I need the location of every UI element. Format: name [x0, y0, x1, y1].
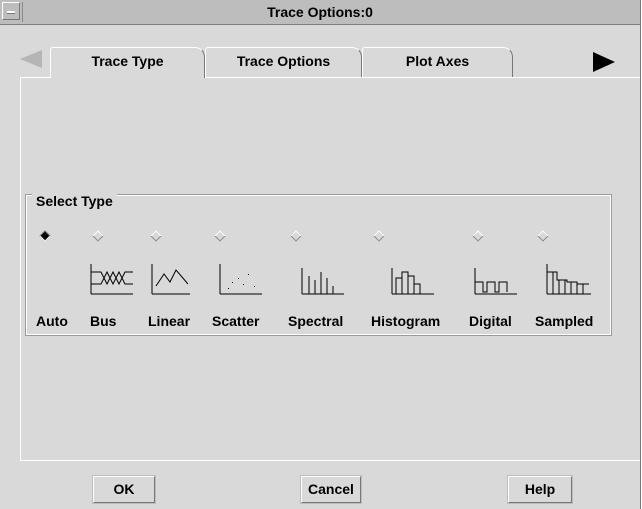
type-label-spectral: Spectral	[288, 313, 344, 329]
type-label-auto: Auto	[36, 313, 68, 329]
help-button[interactable]: Help	[507, 475, 573, 504]
radio-histogram[interactable]	[373, 230, 385, 242]
type-label-sampled: Sampled	[535, 313, 594, 329]
sampled-icon	[546, 264, 591, 295]
digital-icon	[474, 268, 517, 295]
radio-auto[interactable]	[39, 230, 51, 242]
radio-digital[interactable]	[472, 230, 484, 242]
select-type-label: Select Type	[32, 193, 117, 209]
tab-trace-options[interactable]: Trace Options	[205, 47, 362, 77]
type-label-histogram: Histogram	[371, 313, 441, 329]
tab-label: Trace Options	[236, 53, 331, 69]
radio-spectral[interactable]	[290, 230, 302, 242]
tab-trace-type[interactable]: Trace Type	[50, 47, 205, 78]
tab-label: Trace Type	[91, 53, 164, 69]
type-label-digital: Digital	[469, 313, 512, 329]
radio-scatter[interactable]	[214, 230, 226, 242]
radio-linear[interactable]	[150, 230, 162, 242]
title-bar[interactable]: Trace Options:0	[0, 0, 640, 25]
radio-sampled[interactable]	[537, 230, 549, 242]
linear-icon	[151, 264, 190, 295]
histogram-icon	[391, 268, 434, 295]
type-label-scatter: Scatter	[212, 313, 260, 329]
type-label-bus: Bus	[90, 313, 117, 329]
cancel-button[interactable]: Cancel	[300, 475, 362, 504]
ok-button[interactable]: OK	[92, 475, 156, 504]
radio-bus[interactable]	[92, 230, 104, 242]
type-label-linear: Linear	[148, 313, 191, 329]
tab-scroll-left-icon[interactable]	[20, 50, 42, 68]
bus-icon	[90, 264, 133, 295]
tab-scroll-right-icon[interactable]	[593, 52, 615, 72]
tab-label: Plot Axes	[405, 53, 470, 69]
scatter-icon	[219, 264, 262, 295]
tab-plot-axes[interactable]: Plot Axes	[362, 47, 513, 77]
trace-options-window: Trace Options:0 Trace Type Trace Options…	[0, 0, 641, 509]
spectral-icon	[301, 268, 344, 295]
window-title: Trace Options:0	[267, 4, 373, 20]
